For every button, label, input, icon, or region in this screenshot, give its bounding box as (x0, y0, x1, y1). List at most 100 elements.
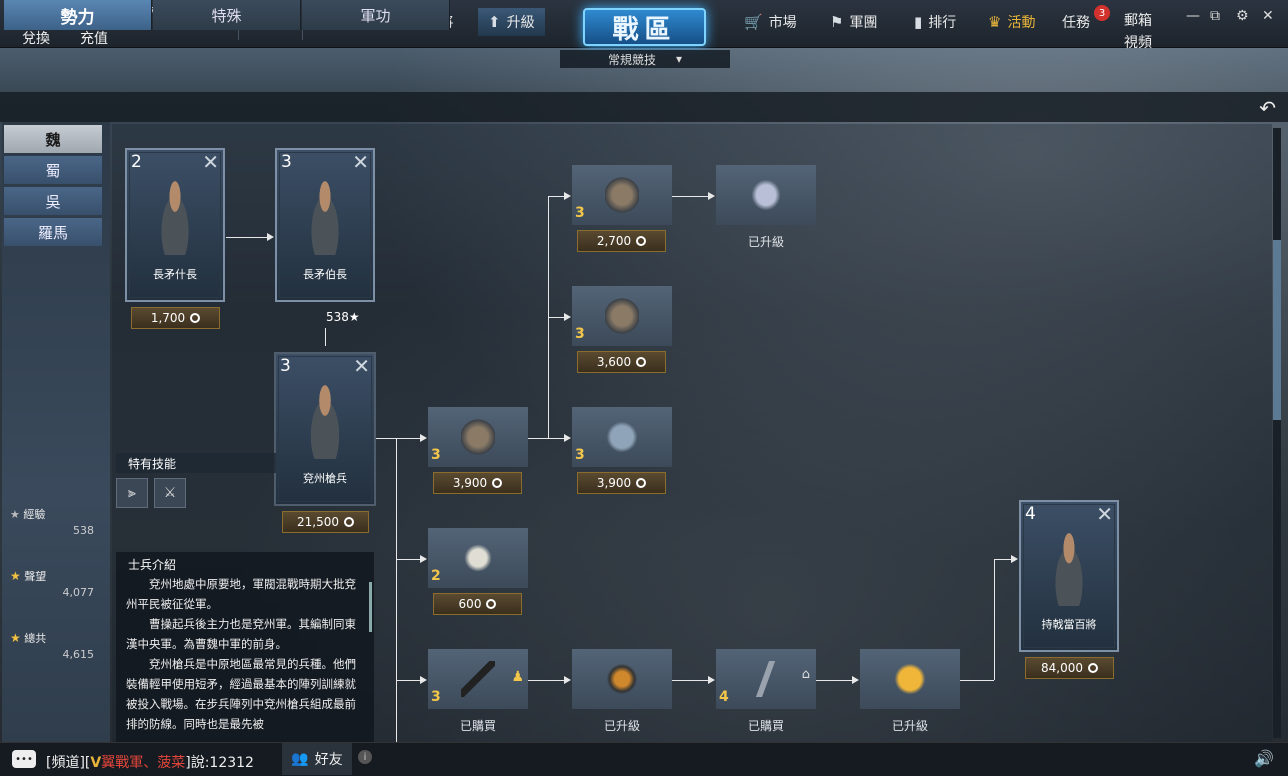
market-button[interactable]: 🛒 市場 (744, 8, 797, 36)
faction-rome[interactable]: 羅馬 (4, 218, 102, 246)
crossed-spears-icon: ✕ (1096, 502, 1113, 526)
gloves-icon (461, 419, 495, 455)
unit-card-spear-centurion[interactable]: 3 ✕ 長矛伯長 (275, 148, 375, 302)
exchange-button[interactable]: 兌換 (22, 28, 50, 48)
tasks-button[interactable]: 任務 (1062, 8, 1090, 36)
arrow-head (1011, 555, 1018, 563)
unit-card-halberd-commander[interactable]: 4 ✕ 持戟當百將 (1019, 500, 1119, 652)
unit-cost: 21,500 (282, 511, 369, 533)
connector-line (816, 680, 854, 681)
blade-icon (749, 661, 783, 697)
connector-line (226, 237, 268, 238)
connector-line (960, 680, 994, 681)
recharge-button[interactable]: 充值 (80, 28, 108, 48)
upgrade-item-gloves[interactable]: 3 (428, 407, 528, 467)
panel-scrollbar-thumb[interactable] (1273, 240, 1281, 420)
unique-skills-header: 特有技能 (116, 453, 276, 473)
tab-special[interactable]: 特殊 (153, 0, 301, 30)
warzone-button[interactable]: 戰區 (583, 8, 706, 46)
stat-total-label: ★ 總共 (10, 631, 47, 645)
back-icon[interactable]: ↶ (1259, 96, 1276, 120)
ranking-button[interactable]: ▮ 排行 (914, 8, 956, 36)
ranking-icon: ▮ (914, 13, 923, 31)
star-icon: ★ (348, 310, 360, 324)
upgrade-item-statue[interactable] (716, 165, 816, 225)
tasks-badge: 3 (1094, 5, 1110, 21)
unit-portrait (303, 177, 347, 255)
faction-shu[interactable]: 蜀 (4, 156, 102, 184)
silver-coin-icon (492, 478, 503, 488)
upgrade-item-forge[interactable] (572, 649, 672, 709)
unit-level: 3 (281, 152, 292, 172)
arrow-head (564, 313, 571, 321)
tab-merit[interactable]: 軍功 (302, 0, 450, 30)
upgrade-item-armor-plate[interactable]: 3 (572, 286, 672, 346)
arrow-head (708, 676, 715, 684)
upgrade-item-blade[interactable]: 4 ⌂ (716, 649, 816, 709)
friends-button[interactable]: 👥 好友 (282, 743, 352, 775)
connector-line (672, 680, 710, 681)
unit-card-spear-captain[interactable]: 2 ✕ 長矛什長 (125, 148, 225, 302)
description-paragraph: 兗州槍兵是中原地區最常見的兵種。他們裝備輕甲使用短矛，經過最基本的陣列訓練就被投… (126, 657, 356, 731)
description-scrollbar[interactable] (369, 582, 372, 632)
minimize-icon[interactable]: — (1186, 8, 1200, 24)
upgrade-item-dagger[interactable]: 3 ♟ (428, 649, 528, 709)
connector-line (396, 438, 422, 439)
silver-coin-icon (636, 357, 647, 367)
tab-faction[interactable]: 勢力 (4, 0, 152, 30)
unit-name: 長矛伯長 (303, 268, 347, 281)
unit-portrait (153, 177, 197, 255)
unit-portrait (303, 381, 347, 459)
item-level: 3 (575, 447, 585, 463)
forge-icon (605, 661, 639, 697)
unit-exp-cost: 538★ (326, 310, 360, 324)
video-button[interactable]: 視頻 (1124, 32, 1152, 52)
mailbox-button[interactable]: 郵箱 (1124, 10, 1152, 30)
event-button[interactable]: ♛ 活動 (988, 8, 1035, 36)
unit-cost: 84,000 (1025, 657, 1114, 679)
silver-coin-icon (1088, 663, 1098, 673)
item-cost: 3,600 (577, 351, 666, 373)
crossed-spears-icon: ✕ (352, 150, 369, 174)
connector-line (994, 559, 1012, 560)
upgrade-item-helmet[interactable]: 3 (572, 165, 672, 225)
connector-line (396, 559, 422, 560)
arrow-head (564, 676, 571, 684)
info-icon[interactable]: i (358, 750, 372, 764)
star-icon: ★ (10, 569, 21, 583)
mode-selector[interactable]: 常規競技 ▾ (560, 50, 730, 68)
arrow-head (708, 192, 715, 200)
speaker-icon[interactable]: 🔊 (1254, 749, 1274, 768)
chat-message: [頻道][V翼戰軍、菠菜]說:12312 (46, 755, 254, 771)
upgrade-item-wrap[interactable]: 2 (428, 528, 528, 588)
star-icon: ★ (10, 508, 20, 521)
connector-line (528, 438, 548, 439)
chat-bubble-icon[interactable]: ••• (12, 750, 36, 768)
restore-icon[interactable]: ⧉ (1210, 8, 1220, 24)
connector-line (528, 680, 566, 681)
faction-wu[interactable]: 吳 (4, 187, 102, 215)
faction-wei[interactable]: 魏 (4, 125, 102, 153)
upgrade-item-fists[interactable] (860, 649, 960, 709)
upgrade-button[interactable]: ⬆ 升級 (478, 8, 545, 36)
arrow-head (852, 676, 859, 684)
unit-portrait (1047, 528, 1091, 606)
item-level: 3 (575, 326, 585, 342)
legion-button[interactable]: ⚑ 軍團 (830, 8, 877, 36)
item-level: 3 (575, 205, 585, 221)
item-cost: 2,700 (577, 230, 666, 252)
shield-wall-skill-icon[interactable]: ⫸ (116, 478, 148, 508)
close-icon[interactable]: ✕ (1262, 8, 1274, 24)
silver-coin-icon (636, 236, 647, 246)
connector-line (396, 438, 397, 742)
flaming-fists-icon (893, 661, 927, 697)
item-level: 4 (719, 689, 729, 705)
spear-brace-skill-icon[interactable]: ⚔ (154, 478, 186, 508)
panel-scrollbar[interactable] (1273, 128, 1281, 738)
helmet-icon (605, 177, 639, 213)
connector-line (396, 680, 422, 681)
dagger-icon (461, 661, 495, 697)
unit-card-yanzhou-spearmen[interactable]: 3 ✕ 兗州槍兵 (274, 352, 376, 506)
gear-icon[interactable]: ⚙ (1236, 8, 1249, 24)
upgrade-item-jacket[interactable]: 3 (572, 407, 672, 467)
